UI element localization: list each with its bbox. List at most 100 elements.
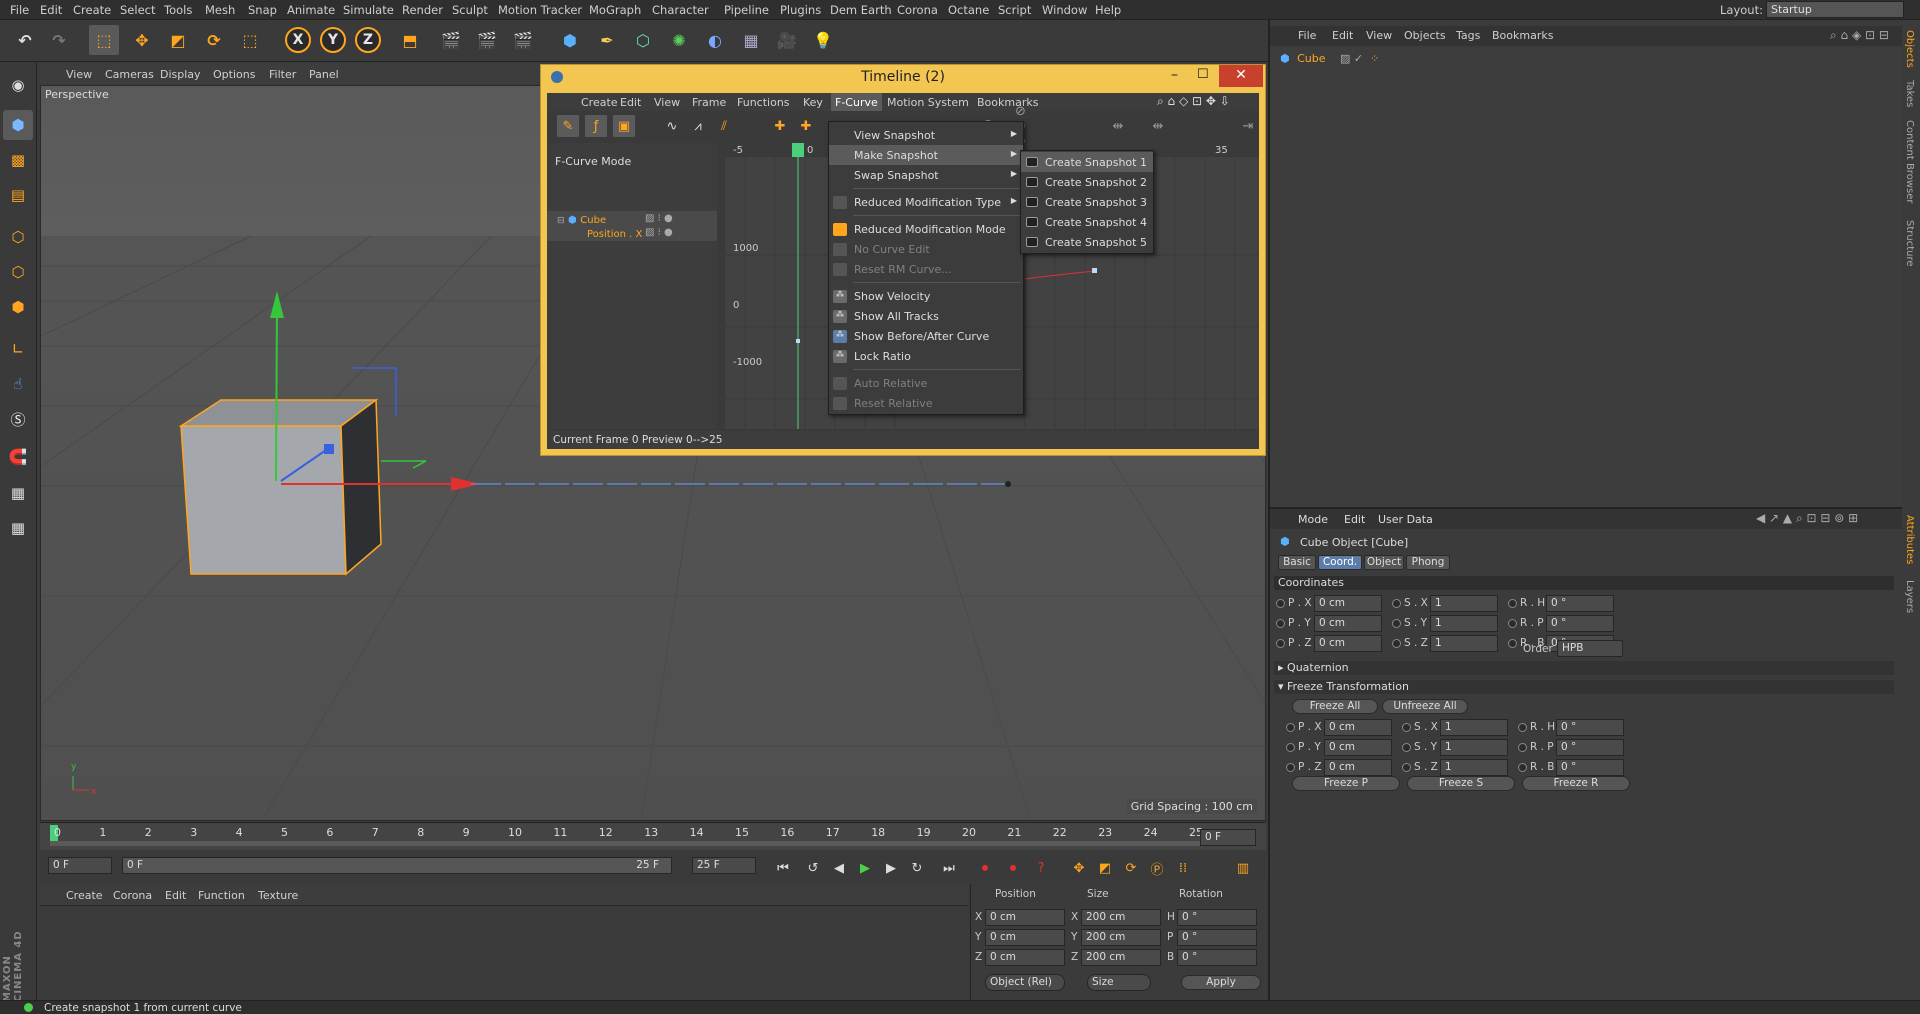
break-tangent-icon[interactable]: ⇹ [1107, 115, 1129, 137]
go-to-prev-key-icon[interactable]: ↺ [802, 857, 824, 879]
attr-coord-field[interactable]: 0 cm [1324, 739, 1392, 756]
viewport-menu-panel[interactable]: Panel [309, 68, 339, 81]
track-row-cube[interactable]: ⊟ ⬢ Cube [557, 213, 707, 226]
menu-item-reduced-modification-mode[interactable]: Reduced Modification Mode [829, 219, 1023, 239]
timeline-ruler[interactable]: 0 1 2 3 4 5 6 7 8 9 10 11 12 13 14 15 16 17 18 19 20 21 22 23 24… [40, 822, 1266, 850]
menu-sculpt[interactable]: Sculpt [452, 3, 488, 17]
edges-mode-icon[interactable]: ⬡ [3, 257, 33, 287]
maximize-icon[interactable]: ☐ [1197, 67, 1209, 82]
objects-menu-view[interactable]: View [1366, 29, 1392, 42]
record-active-objects-icon[interactable]: ⏺ [974, 857, 996, 879]
coord-rot-b-field[interactable]: 0 ° [1177, 949, 1257, 966]
coord-pos-x-field[interactable]: 0 cm [985, 909, 1065, 926]
freeze-s-button[interactable]: Freeze S [1407, 776, 1515, 791]
menu-animate[interactable]: Animate [287, 3, 335, 17]
menu-pipeline[interactable]: Pipeline [724, 3, 769, 17]
attr-coord-field[interactable]: 1 [1430, 615, 1498, 632]
deformer-icon[interactable]: ◐ [700, 25, 730, 55]
viewport-menu-options[interactable]: Options [213, 68, 255, 81]
attr-coord-field[interactable]: 0 ° [1546, 595, 1614, 612]
attr-coord-field[interactable]: 0 ° [1556, 719, 1624, 736]
keyframe-selection-icon[interactable]: ? [1030, 857, 1052, 879]
tab-coord[interactable]: Coord. [1318, 555, 1362, 570]
menu-item-lock-ratio[interactable]: ⁂ Lock Ratio [829, 346, 1023, 366]
visibility-toggle-icon[interactable]: ▨ ✓ [1340, 52, 1363, 65]
animation-key-icon[interactable] [1402, 722, 1411, 732]
move-icon[interactable]: ✥ [127, 25, 157, 55]
polygons-mode-icon[interactable]: ⬢ [3, 292, 33, 322]
animation-key-icon[interactable] [1508, 618, 1517, 628]
material-area[interactable] [40, 906, 968, 1002]
record-position-icon[interactable]: ✥ [1068, 857, 1090, 879]
tab-phong[interactable]: Phong [1406, 555, 1450, 570]
menu-octane[interactable]: Octane [948, 3, 989, 17]
material-menu-edit[interactable]: Edit [165, 889, 186, 902]
animation-key-icon[interactable] [1286, 742, 1295, 752]
go-to-start-icon[interactable]: ⏮ [772, 857, 794, 879]
menu-edit[interactable]: Edit [40, 3, 62, 17]
track-list[interactable]: F-Curve Mode ⊟ ⬢ Cube Position . X ▨ ⁝ ●… [547, 143, 717, 429]
menu-motion-tracker[interactable]: Motion Tracker [498, 3, 582, 17]
rotate-icon[interactable]: ⟳ [199, 25, 229, 55]
attributes-nav-icons[interactable]: ◀ ↗ ▲ ⌕ ⊡ ⊟ ⊚ ⊞ [1756, 511, 1858, 526]
scheme-settings-icon[interactable]: ▥ [1232, 857, 1254, 879]
attr-coord-label[interactable]: S . Y [1402, 741, 1437, 753]
side-tab-takes[interactable]: Takes [1904, 80, 1915, 107]
menu-mesh[interactable]: Mesh [205, 3, 235, 17]
menu-dem-earth[interactable]: Dem Earth [830, 3, 892, 17]
animation-key-icon[interactable] [1518, 722, 1527, 732]
freeze-p-button[interactable]: Freeze P [1292, 776, 1400, 791]
step-tangent-icon[interactable]: ⫽ [713, 115, 735, 137]
menu-help[interactable]: Help [1095, 3, 1121, 17]
attr-coord-label[interactable]: R . P [1518, 741, 1554, 753]
menu-item-create-snapshot-2[interactable]: Create Snapshot 2 [1021, 172, 1153, 192]
linear-tangent-icon[interactable]: ⩘ [687, 115, 709, 137]
attr-coord-field[interactable]: 1 [1440, 739, 1508, 756]
rotation-order-select[interactable]: HPB [1557, 640, 1623, 657]
attr-coord-field[interactable]: 0 cm [1314, 595, 1382, 612]
menu-corona[interactable]: Corona [897, 3, 938, 17]
material-menu-create[interactable]: Create [66, 889, 103, 902]
animation-key-icon[interactable] [1392, 618, 1401, 628]
attr-coord-label[interactable]: R . H [1508, 597, 1545, 609]
coord-pos-y-field[interactable]: 0 cm [985, 929, 1065, 946]
track-toggle-icons[interactable]: ▨ ⁝ ● [645, 213, 673, 224]
attr-coord-field[interactable]: 0 ° [1546, 615, 1614, 632]
fcurve-mode-icon[interactable]: ƒ [585, 115, 607, 137]
live-selection-icon[interactable]: ⬚ [89, 25, 119, 55]
texture-mode-icon[interactable]: ▩ [3, 145, 33, 175]
animation-key-icon[interactable] [1392, 598, 1401, 608]
track-toggle-icons[interactable]: ▨ ⁝ ● [645, 227, 673, 238]
coordinate-system-icon[interactable]: ⬒ [395, 25, 425, 55]
menu-item-make-snapshot[interactable]: Make Snapshot ▶ [829, 145, 1023, 165]
add-key-icon[interactable]: ✚ [769, 115, 791, 137]
object-search-icon[interactable]: ⌕ ⌂ ◈ ⊡ ⊟ [1830, 28, 1889, 43]
menu-item-view-snapshot[interactable]: View Snapshot ▶ [829, 125, 1023, 145]
redo-icon[interactable]: ↷ [44, 25, 74, 55]
attr-coord-label[interactable]: P . Z [1276, 637, 1312, 649]
current-frame-field[interactable]: 0 F [1200, 829, 1256, 846]
render-settings-icon[interactable]: 🎬 [508, 25, 538, 55]
menu-item-show-velocity[interactable]: ⁂ Show Velocity [829, 286, 1023, 306]
autokeying-icon[interactable]: ⏺ [1002, 857, 1024, 879]
menu-item-show-all-tracks[interactable]: ⁂ Show All Tracks [829, 306, 1023, 326]
viewport-menu-filter[interactable]: Filter [269, 68, 296, 81]
record-scale-icon[interactable]: ◩ [1094, 857, 1116, 879]
attr-coord-label[interactable]: R . B [1518, 761, 1555, 773]
side-tab-layers[interactable]: Layers [1904, 580, 1915, 613]
side-tab-structure[interactable]: Structure [1904, 220, 1915, 267]
objects-menu-edit[interactable]: Edit [1332, 29, 1353, 42]
record-parameter-icon[interactable]: Ⓟ [1146, 857, 1168, 879]
planar-workplane-icon[interactable]: ▦ [3, 513, 33, 543]
menu-item-reduced-modification-type[interactable]: Reduced Modification Type ▶ [829, 192, 1023, 212]
attr-coord-field[interactable]: 0 cm [1314, 635, 1382, 652]
menu-file[interactable]: File [10, 3, 29, 17]
unfreeze-all-button[interactable]: Unfreeze All [1382, 699, 1468, 714]
attr-coord-label[interactable]: R . P [1508, 617, 1544, 629]
menu-plugins[interactable]: Plugins [780, 3, 821, 17]
attr-coord-label[interactable]: P . Y [1286, 741, 1321, 753]
spline-tangent-icon[interactable]: ∿ [661, 115, 683, 137]
viewport-menu-display[interactable]: Display [160, 68, 201, 81]
animation-key-icon[interactable] [1392, 638, 1401, 648]
objects-menu-tags[interactable]: Tags [1456, 29, 1480, 42]
